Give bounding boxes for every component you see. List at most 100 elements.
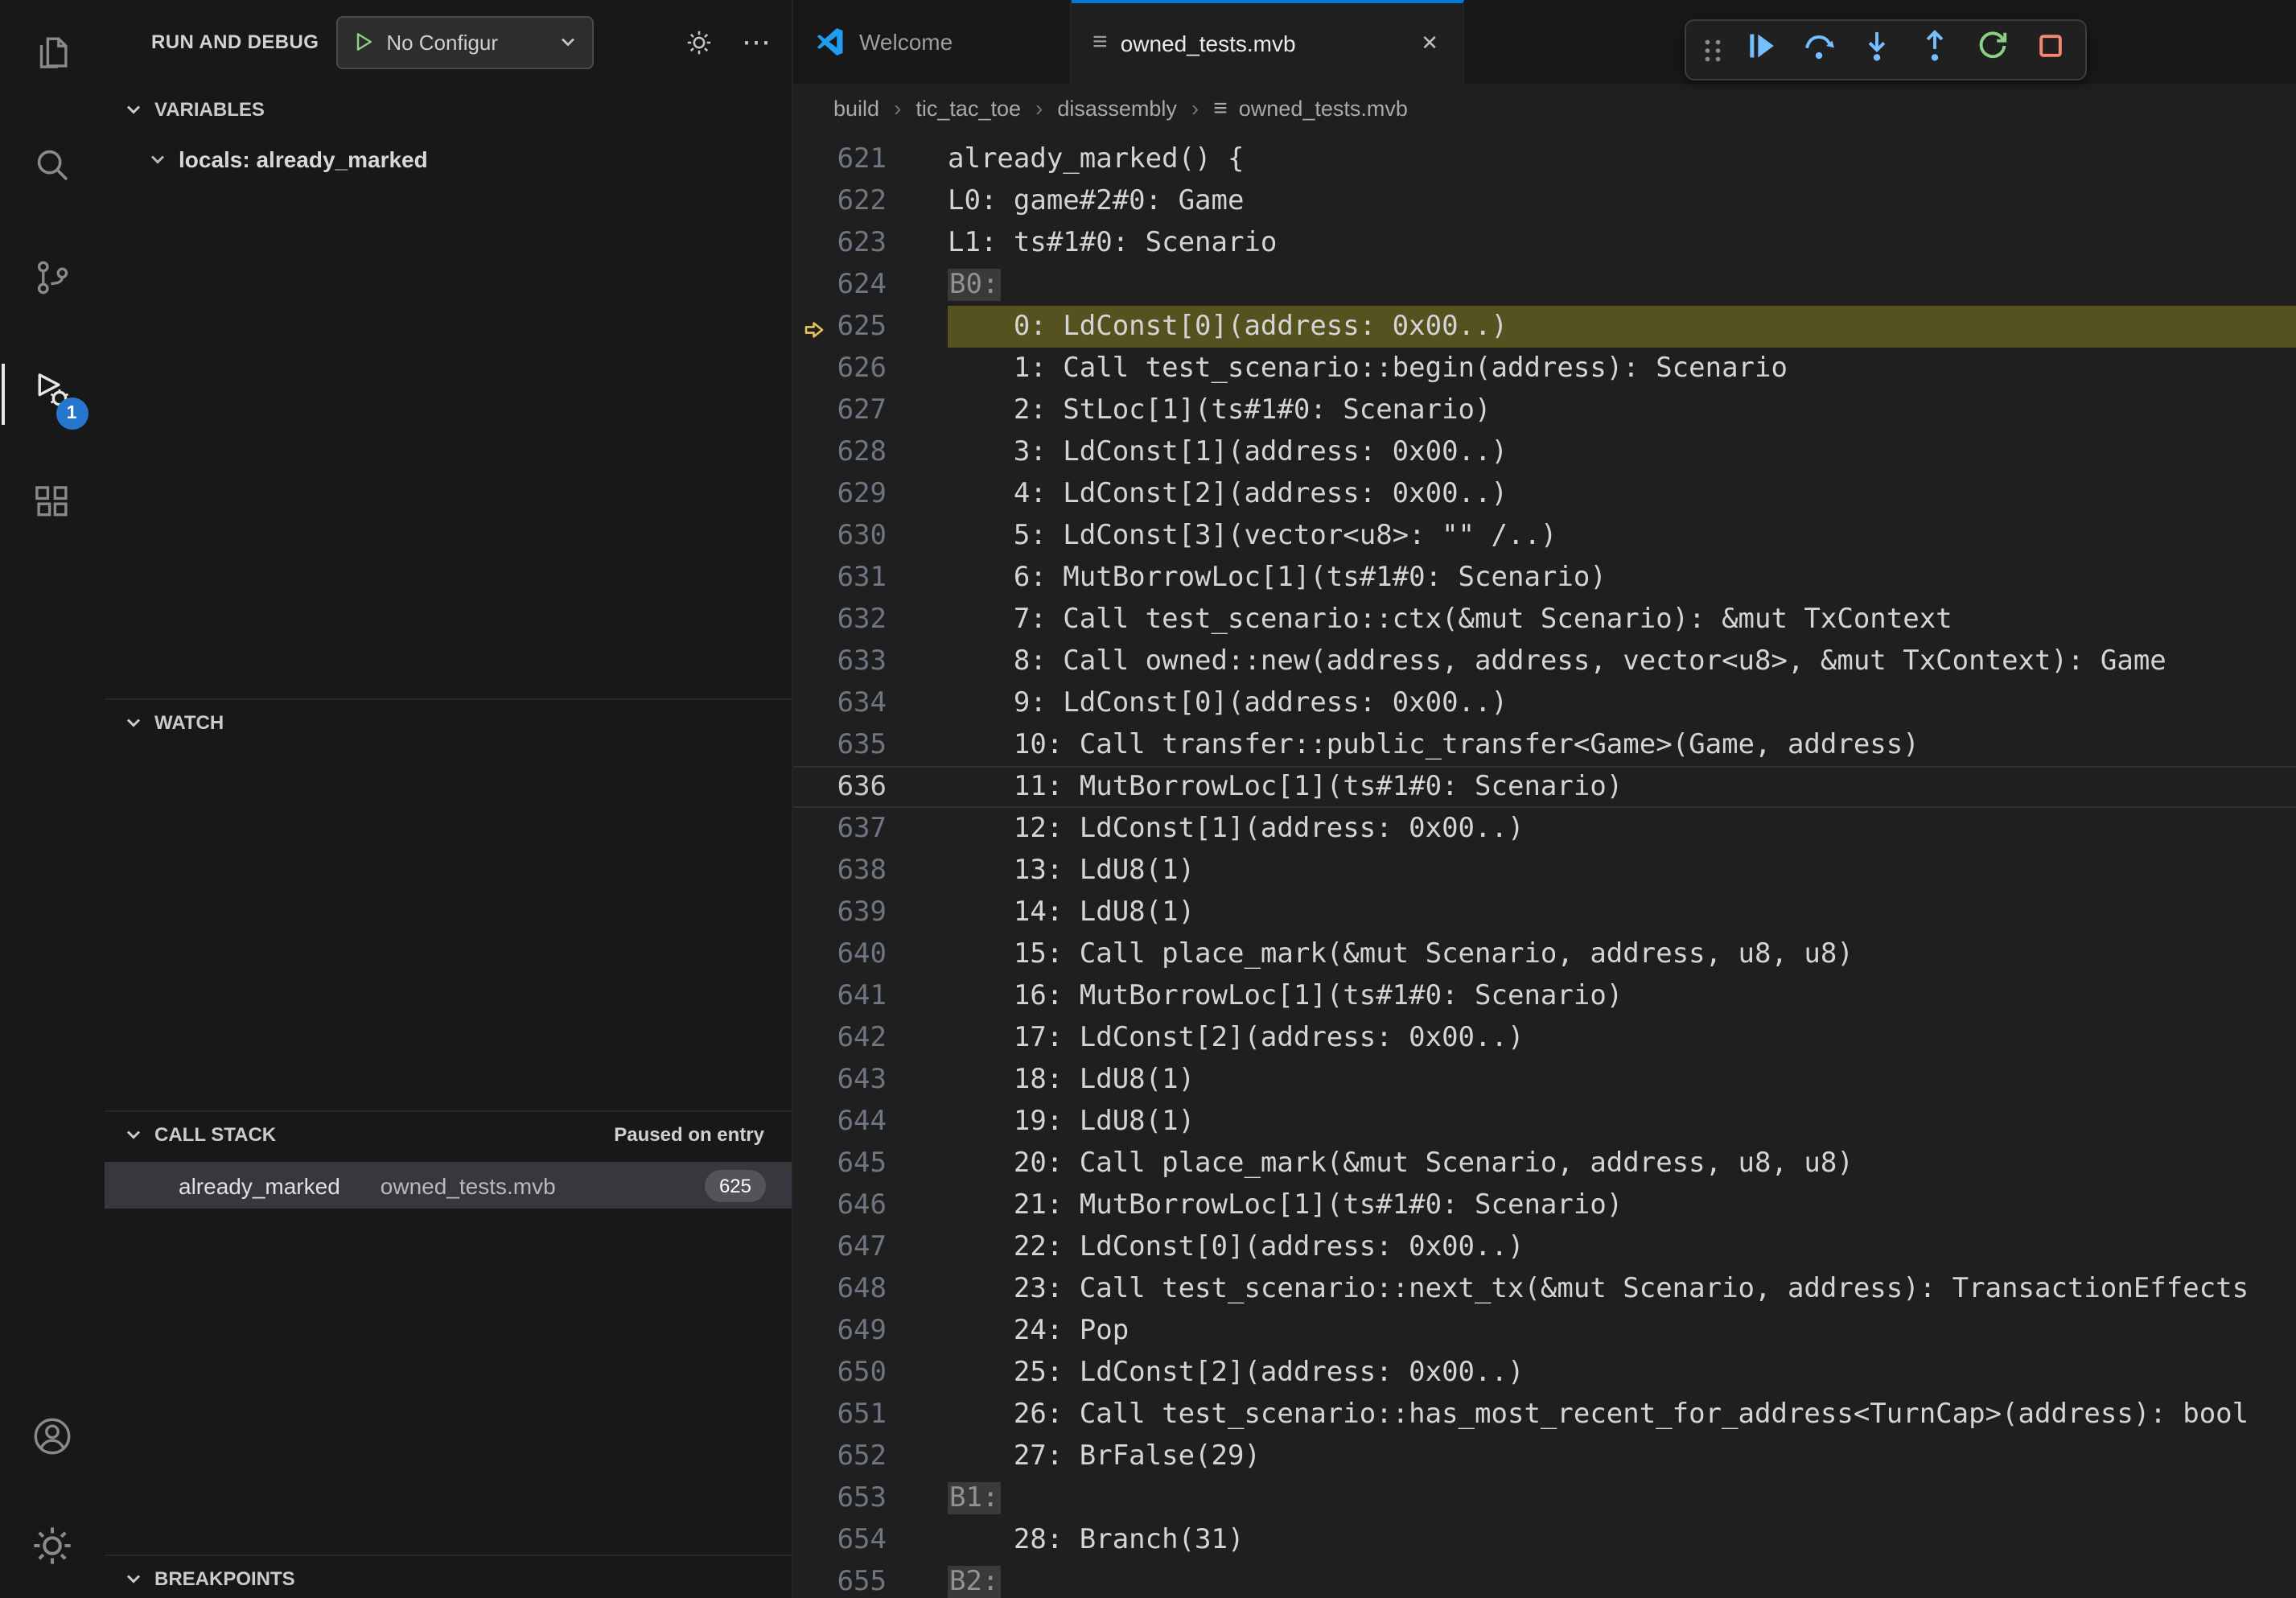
debug-settings-gear-icon[interactable] xyxy=(685,28,713,56)
stop-button[interactable] xyxy=(2021,23,2079,77)
gutter[interactable]: 635 xyxy=(793,724,887,766)
gutter[interactable]: 655 xyxy=(793,1561,887,1598)
close-icon[interactable]: ✕ xyxy=(1418,27,1442,60)
code-line[interactable]: 638 13: LdU8(1) xyxy=(793,850,2296,892)
gutter[interactable]: 645 xyxy=(793,1143,887,1184)
restart-button[interactable] xyxy=(1963,23,2021,77)
code-line[interactable]: 632 7: Call test_scenario::ctx(&mut Scen… xyxy=(793,599,2296,640)
code-line[interactable]: 651 26: Call test_scenario::has_most_rec… xyxy=(793,1394,2296,1435)
code-line[interactable]: 639 14: LdU8(1) xyxy=(793,892,2296,933)
gutter[interactable]: 641 xyxy=(793,975,887,1017)
more-actions-icon[interactable]: ⋯ xyxy=(742,34,771,50)
gutter[interactable]: 628 xyxy=(793,431,887,473)
gutter[interactable]: 648 xyxy=(793,1268,887,1310)
gutter[interactable]: 649 xyxy=(793,1310,887,1352)
gutter[interactable]: 653 xyxy=(793,1477,887,1519)
code-line[interactable]: 653 B1: xyxy=(793,1477,2296,1519)
step-over-button[interactable] xyxy=(1789,23,1847,77)
gutter[interactable]: 637 xyxy=(793,808,887,850)
code-line[interactable]: 642 17: LdConst[2](address: 0x00..) xyxy=(793,1017,2296,1059)
gutter[interactable]: 651 xyxy=(793,1394,887,1435)
code-line[interactable]: 645 20: Call place_mark(&mut Scenario, a… xyxy=(793,1143,2296,1184)
gutter[interactable]: 647 xyxy=(793,1226,887,1268)
code-line[interactable]: 644 19: LdU8(1) xyxy=(793,1101,2296,1143)
variables-scope-row[interactable]: locals: already_marked xyxy=(105,135,792,183)
code-line[interactable]: 630 5: LdConst[3](vector<u8>: "" /..) xyxy=(793,515,2296,557)
gutter[interactable]: 639 xyxy=(793,892,887,933)
activity-item-source-control[interactable] xyxy=(14,243,91,320)
call-stack-frame-row[interactable]: already_marked owned_tests.mvb 625 xyxy=(105,1162,792,1209)
gutter[interactable]: 643 xyxy=(793,1059,887,1101)
gutter[interactable]: 636 xyxy=(793,766,887,808)
gutter[interactable]: 632 xyxy=(793,599,887,640)
activity-item-run-and-debug[interactable]: 1 xyxy=(14,356,91,433)
gutter[interactable]: 631 xyxy=(793,557,887,599)
start-debug-play-icon[interactable] xyxy=(352,31,375,53)
code-line[interactable]: 643 18: LdU8(1) xyxy=(793,1059,2296,1101)
activity-item-settings[interactable] xyxy=(14,1511,91,1588)
code-line[interactable]: 641 16: MutBorrowLoc[1](ts#1#0: Scenario… xyxy=(793,975,2296,1017)
gutter[interactable]: 642 xyxy=(793,1017,887,1059)
gutter[interactable]: 652 xyxy=(793,1435,887,1477)
variables-section-header[interactable]: VARIABLES xyxy=(105,87,792,132)
gutter[interactable]: 625 xyxy=(793,306,887,348)
gutter[interactable]: 630 xyxy=(793,515,887,557)
code-line[interactable]: 625 0: LdConst[0](address: 0x00..) xyxy=(793,306,2296,348)
breadcrumb-item-file[interactable]: owned_tests.mvb xyxy=(1239,96,1408,120)
breadcrumb-item-disassembly[interactable]: disassembly xyxy=(1057,96,1177,120)
gutter[interactable]: 634 xyxy=(793,682,887,724)
gutter[interactable]: 654 xyxy=(793,1519,887,1561)
code-line[interactable]: 655 B2: xyxy=(793,1561,2296,1598)
code-line[interactable]: 636 11: MutBorrowLoc[1](ts#1#0: Scenario… xyxy=(793,766,2296,808)
code-line[interactable]: 646 21: MutBorrowLoc[1](ts#1#0: Scenario… xyxy=(793,1184,2296,1226)
code-line[interactable]: 633 8: Call owned::new(address, address,… xyxy=(793,640,2296,682)
code-line[interactable]: 627 2: StLoc[1](ts#1#0: Scenario) xyxy=(793,389,2296,431)
gutter[interactable]: 644 xyxy=(793,1101,887,1143)
code-line[interactable]: 635 10: Call transfer::public_transfer<G… xyxy=(793,724,2296,766)
code-line[interactable]: 649 24: Pop xyxy=(793,1310,2296,1352)
code-line[interactable]: 629 4: LdConst[2](address: 0x00..) xyxy=(793,473,2296,515)
step-into-button[interactable] xyxy=(1847,23,1905,77)
gutter[interactable]: 646 xyxy=(793,1184,887,1226)
breadcrumb-item-build[interactable]: build xyxy=(833,96,879,120)
breadcrumb-item-tic-tac-toe[interactable]: tic_tac_toe xyxy=(916,96,1021,120)
activity-item-extensions[interactable] xyxy=(14,468,91,546)
code-line[interactable]: 640 15: Call place_mark(&mut Scenario, a… xyxy=(793,933,2296,975)
code-line[interactable]: 628 3: LdConst[1](address: 0x00..) xyxy=(793,431,2296,473)
activity-item-account[interactable] xyxy=(14,1402,91,1479)
breakpoints-section-header[interactable]: BREAKPOINTS xyxy=(105,1555,792,1598)
step-out-button[interactable] xyxy=(1905,23,1963,77)
gutter[interactable]: 650 xyxy=(793,1352,887,1394)
gutter[interactable]: 629 xyxy=(793,473,887,515)
gutter[interactable]: 627 xyxy=(793,389,887,431)
continue-button[interactable] xyxy=(1731,23,1789,77)
code-line[interactable]: 648 23: Call test_scenario::next_tx(&mut… xyxy=(793,1268,2296,1310)
gutter[interactable]: 623 xyxy=(793,222,887,264)
gutter[interactable]: 624 xyxy=(793,264,887,306)
code-line[interactable]: 623 L1: ts#1#0: Scenario xyxy=(793,222,2296,264)
code-line[interactable]: 621 already_marked() { xyxy=(793,138,2296,180)
watch-section-header[interactable]: WATCH xyxy=(105,698,792,743)
tab-owned-tests[interactable]: ≡ owned_tests.mvb ✕ xyxy=(1072,0,1464,84)
activity-item-search[interactable] xyxy=(14,130,91,208)
gutter[interactable]: 622 xyxy=(793,180,887,222)
code-line[interactable]: 654 28: Branch(31) xyxy=(793,1519,2296,1561)
code-line[interactable]: 631 6: MutBorrowLoc[1](ts#1#0: Scenario) xyxy=(793,557,2296,599)
gutter[interactable]: 633 xyxy=(793,640,887,682)
gutter[interactable]: 626 xyxy=(793,348,887,389)
gutter[interactable]: 638 xyxy=(793,850,887,892)
launch-config-dropdown[interactable]: No Configur xyxy=(336,15,594,68)
code-line[interactable]: 626 1: Call test_scenario::begin(address… xyxy=(793,348,2296,389)
call-stack-section-header[interactable]: CALL STACK Paused on entry xyxy=(105,1110,792,1155)
code-line[interactable]: 634 9: LdConst[0](address: 0x00..) xyxy=(793,682,2296,724)
code-line[interactable]: 624 B0: xyxy=(793,264,2296,306)
gutter[interactable]: 640 xyxy=(793,933,887,975)
activity-item-explorer[interactable] xyxy=(14,18,91,95)
toolbar-gripper-icon[interactable] xyxy=(1693,23,1731,77)
code-line[interactable]: 622 L0: game#2#0: Game xyxy=(793,180,2296,222)
code-line[interactable]: 650 25: LdConst[2](address: 0x00..) xyxy=(793,1352,2296,1394)
code-line[interactable]: 647 22: LdConst[0](address: 0x00..) xyxy=(793,1226,2296,1268)
tab-welcome[interactable]: Welcome xyxy=(793,0,1072,84)
gutter[interactable]: 621 xyxy=(793,138,887,180)
code-line[interactable]: 652 27: BrFalse(29) xyxy=(793,1435,2296,1477)
